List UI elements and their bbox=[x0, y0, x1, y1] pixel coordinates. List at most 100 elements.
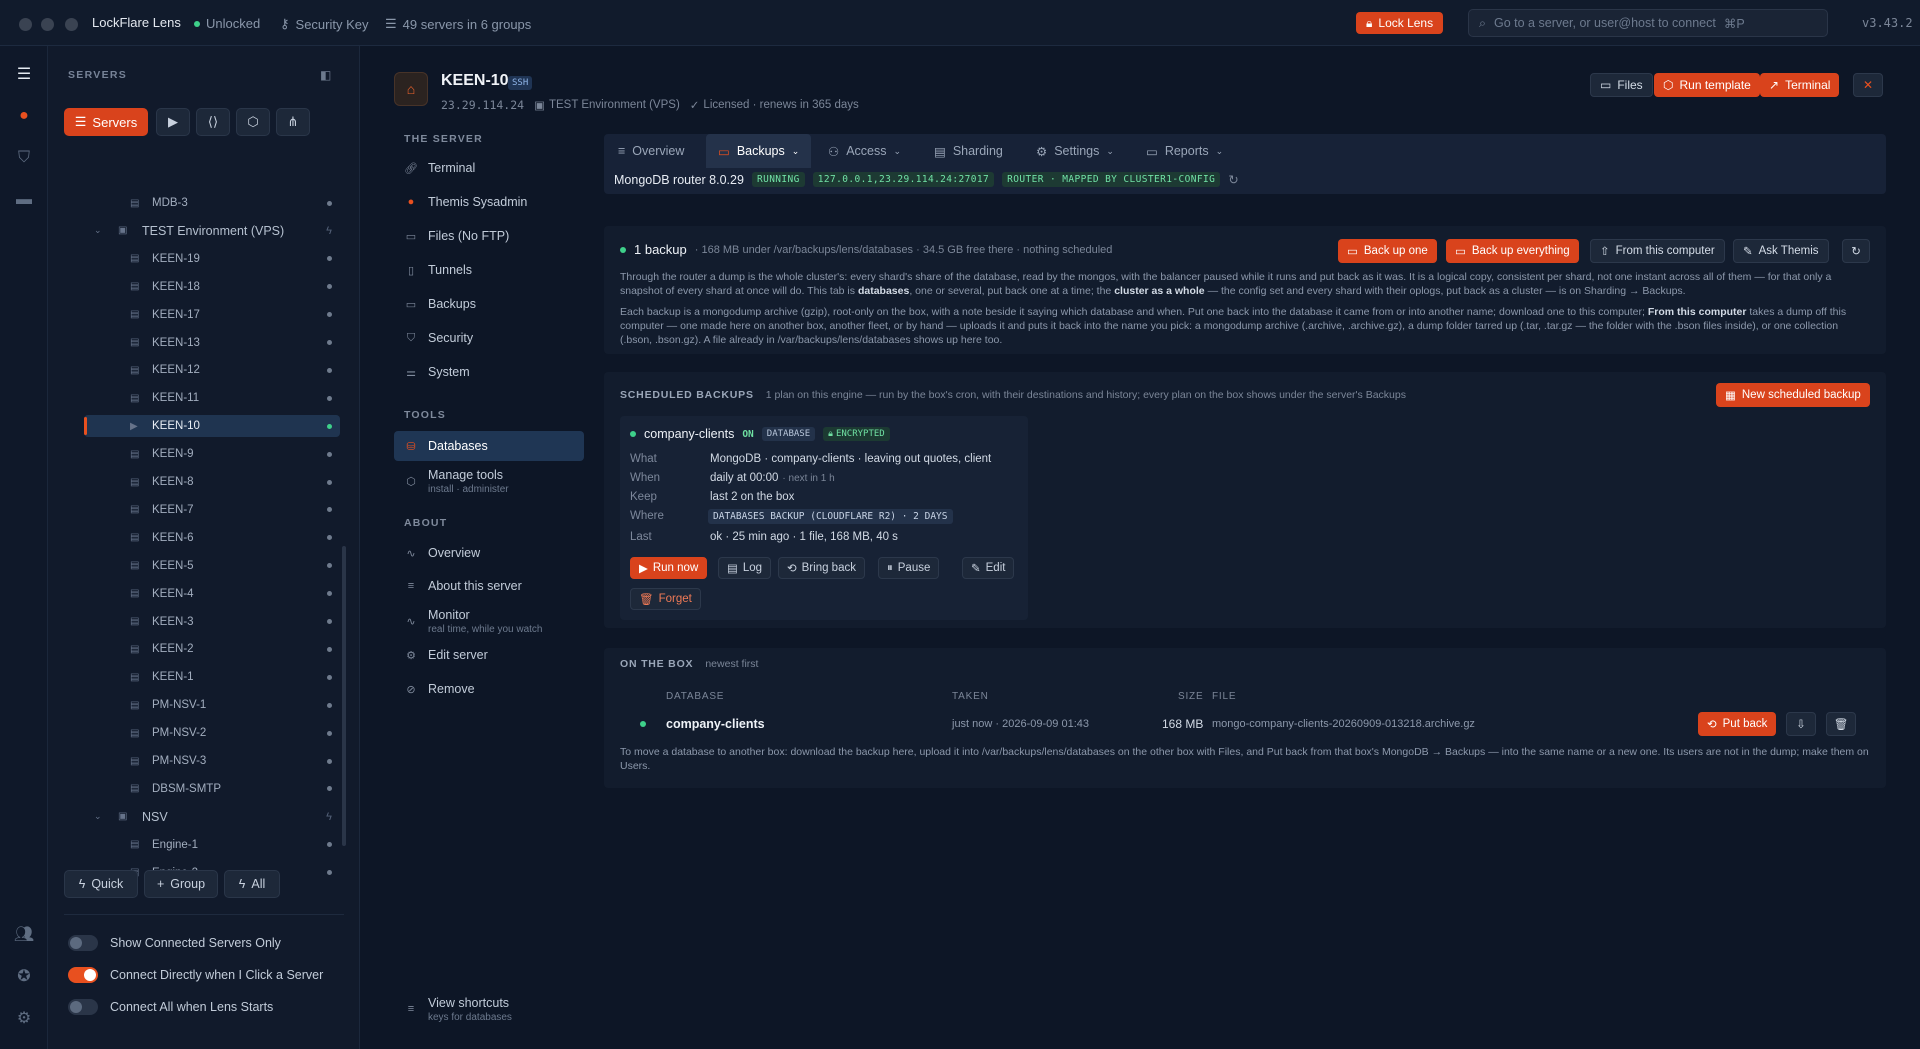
tree-server[interactable]: ▤ KEEN-2 bbox=[84, 638, 340, 660]
tree-server[interactable]: ▤ KEEN-3 bbox=[84, 611, 340, 633]
tree-server[interactable]: ▶ KEEN-10 bbox=[84, 415, 340, 438]
tree-server[interactable]: ▤ KEEN-7 bbox=[84, 499, 340, 521]
back-up-everything-button[interactable]: ▭ Back up everything bbox=[1446, 239, 1579, 263]
edit-plan-button[interactable]: ✎ Edit bbox=[962, 557, 1015, 579]
tab-reports[interactable]: ▭ Reports ⌄ bbox=[1134, 134, 1235, 168]
ask-themis-button[interactable]: ✎ Ask Themis bbox=[1733, 239, 1829, 263]
tab-backups[interactable]: ▭ Backups ⌄ bbox=[706, 134, 812, 168]
security-key-button[interactable]: ⚷ Security Key bbox=[280, 16, 369, 32]
tree-server[interactable]: ▤ KEEN-11 bbox=[84, 387, 340, 409]
collapse-sidebar-icon[interactable]: ◧ bbox=[320, 68, 331, 82]
users-rail-icon[interactable]: 👥︎ bbox=[12, 922, 36, 946]
new-scheduled-backup-button[interactable]: ▦ New scheduled backup bbox=[1716, 383, 1870, 407]
close-window-button[interactable] bbox=[19, 18, 32, 31]
tree-group[interactable]: ⌄ ▣ TEST Environment (VPS) ϟ bbox=[84, 220, 340, 242]
folder-rail-icon[interactable]: ▬ bbox=[12, 188, 36, 212]
put-back-button[interactable]: ⟲ Put back bbox=[1698, 712, 1777, 736]
connected-only-toggle[interactable] bbox=[68, 935, 98, 951]
nav-monitor[interactable]: ∿ Monitor real time, while you watch bbox=[394, 603, 584, 639]
toggle-row-connected-only[interactable]: Show Connected Servers Only bbox=[68, 935, 281, 951]
nav-tunnels[interactable]: ▯ Tunnels bbox=[394, 255, 584, 285]
maximize-window-button[interactable] bbox=[65, 18, 78, 31]
back-up-one-button[interactable]: ▭ Back up one bbox=[1338, 239, 1437, 263]
servers-rail-icon[interactable]: ☰ bbox=[12, 62, 36, 86]
tree-server[interactable]: ▤ PM-NSV-2 bbox=[84, 722, 340, 744]
tab-overview[interactable]: ≡ Overview bbox=[606, 134, 696, 168]
nav-backups[interactable]: ▭ Backups bbox=[394, 289, 584, 319]
global-search-input[interactable]: ⌕ Go to a server, or user@host to connec… bbox=[1468, 9, 1828, 37]
terminal-button[interactable]: ↗ Terminal bbox=[1760, 73, 1840, 97]
tree-server[interactable]: ▤ KEEN-5 bbox=[84, 555, 340, 577]
connect-directly-toggle[interactable] bbox=[68, 967, 98, 983]
tree-server[interactable]: ▤ KEEN-4 bbox=[84, 583, 340, 605]
refresh-backups-button[interactable]: ↻ bbox=[1842, 239, 1870, 263]
close-icon: ✕ bbox=[1862, 78, 1874, 92]
settings-rail-icon[interactable]: ⚙ bbox=[12, 1006, 36, 1030]
nav-databases[interactable]: ⛁ Databases bbox=[394, 431, 584, 461]
tree-server[interactable]: ▤ DBSM-SMTP bbox=[84, 778, 340, 800]
archive-icon: ▭ bbox=[718, 144, 730, 159]
badge-rail-icon[interactable]: ✪ bbox=[12, 964, 36, 988]
toggle-row-connect-all[interactable]: Connect All when Lens Starts bbox=[68, 999, 273, 1015]
connection-status-dot bbox=[327, 312, 332, 318]
tree-server[interactable]: ▤ KEEN-9 bbox=[84, 443, 340, 465]
lock-lens-button[interactable]: 🔒︎ Lock Lens bbox=[1356, 12, 1444, 34]
tree-server[interactable]: ▤ KEEN-19 bbox=[84, 248, 340, 270]
tree-server[interactable]: ▤ KEEN-12 bbox=[84, 359, 340, 381]
nav-view-shortcuts[interactable]: ≡ View shortcuts keys for databases bbox=[394, 991, 584, 1027]
themis-rail-icon[interactable]: ● bbox=[12, 104, 36, 128]
files-button[interactable]: ▭ Files bbox=[1590, 73, 1653, 97]
nav-manage-tools[interactable]: ⬡ Manage tools install · administer bbox=[394, 463, 584, 499]
nav-security[interactable]: ⛉ Security bbox=[394, 323, 584, 353]
shield-rail-icon[interactable]: ⛉ bbox=[12, 146, 36, 170]
tab-settings[interactable]: ⚙ Settings ⌄ bbox=[1024, 134, 1126, 168]
nav-themis-sysadmin[interactable]: ● Themis Sysadmin bbox=[394, 187, 584, 217]
tab-sharding[interactable]: ▤ Sharding bbox=[922, 134, 1015, 168]
tree-server[interactable]: ▤ PM-NSV-1 bbox=[84, 694, 340, 716]
tree-server[interactable]: ▤ KEEN-8 bbox=[84, 471, 340, 493]
nav-overview[interactable]: ∿ Overview bbox=[394, 538, 584, 568]
nav-terminal[interactable]: 🔗︎ Terminal bbox=[394, 153, 584, 183]
tree-server[interactable]: ▤ Engine-1 bbox=[84, 834, 340, 856]
tree-server[interactable]: ▤ KEEN-6 bbox=[84, 527, 340, 549]
tree-server[interactable]: ▤ MDB-3 bbox=[84, 192, 340, 214]
bolt-icon[interactable]: ϟ bbox=[326, 225, 332, 237]
nav-files-no-ftp[interactable]: ▭ Files (No FTP) bbox=[394, 221, 584, 251]
tree-server[interactable]: ▤ KEEN-1 bbox=[84, 666, 340, 688]
close-server-button[interactable]: ✕ bbox=[1853, 73, 1883, 97]
nav-system[interactable]: ⚌ System bbox=[394, 357, 584, 387]
nav-about-server[interactable]: ≡ About this server bbox=[394, 571, 584, 601]
add-group-button[interactable]: + Group bbox=[144, 870, 218, 898]
tree-server[interactable]: ▤ KEEN-17 bbox=[84, 304, 340, 326]
pause-button[interactable]: ⏸︎ Pause bbox=[878, 557, 940, 579]
from-this-computer-button[interactable]: ⇧ From this computer bbox=[1590, 239, 1725, 263]
nav-remove[interactable]: ⊘ Remove bbox=[394, 674, 584, 704]
connect-all-toggle[interactable] bbox=[68, 999, 98, 1015]
tree-scrollbar[interactable] bbox=[342, 546, 346, 846]
box-view-button[interactable]: ⬡ bbox=[236, 108, 270, 136]
tree-server[interactable]: ▤ KEEN-18 bbox=[84, 276, 340, 298]
nav-edit-server[interactable]: ⚙ Edit server bbox=[394, 640, 584, 670]
bring-back-button[interactable]: ⟲ Bring back bbox=[778, 557, 865, 579]
tree-view-button[interactable]: ⋔ bbox=[276, 108, 310, 136]
play-view-button[interactable]: ▶ bbox=[156, 108, 190, 136]
servers-view-button[interactable]: ☰ Servers bbox=[64, 108, 148, 136]
code-view-button[interactable]: ⟨⟩ bbox=[196, 108, 230, 136]
connect-all-button[interactable]: ϟ All bbox=[224, 870, 280, 898]
tab-access[interactable]: ⚇ Access ⌄ bbox=[816, 134, 913, 168]
tree-server[interactable]: ▤ KEEN-13 bbox=[84, 332, 340, 354]
run-template-button[interactable]: ⬡ Run template bbox=[1654, 73, 1760, 97]
tree-group[interactable]: ⌄ ▣ NSV ϟ bbox=[84, 806, 340, 828]
forget-plan-button[interactable]: 🗑︎ Forget bbox=[630, 588, 701, 610]
quick-connect-button[interactable]: ϟ Quick bbox=[64, 870, 138, 898]
run-now-button[interactable]: ▶ Run now bbox=[630, 557, 708, 579]
chat-icon: ✎ bbox=[1743, 246, 1753, 258]
download-backup-button[interactable]: ⇩ bbox=[1786, 712, 1816, 736]
log-button[interactable]: ▤ Log bbox=[718, 557, 772, 579]
toggle-row-connect-directly[interactable]: Connect Directly when I Click a Server bbox=[68, 967, 323, 983]
minimize-window-button[interactable] bbox=[41, 18, 54, 31]
bolt-icon[interactable]: ϟ bbox=[326, 811, 332, 823]
delete-backup-button[interactable]: 🗑︎ bbox=[1826, 712, 1856, 736]
refresh-icon[interactable]: ↻ bbox=[1228, 172, 1238, 187]
tree-server[interactable]: ▤ PM-NSV-3 bbox=[84, 750, 340, 772]
